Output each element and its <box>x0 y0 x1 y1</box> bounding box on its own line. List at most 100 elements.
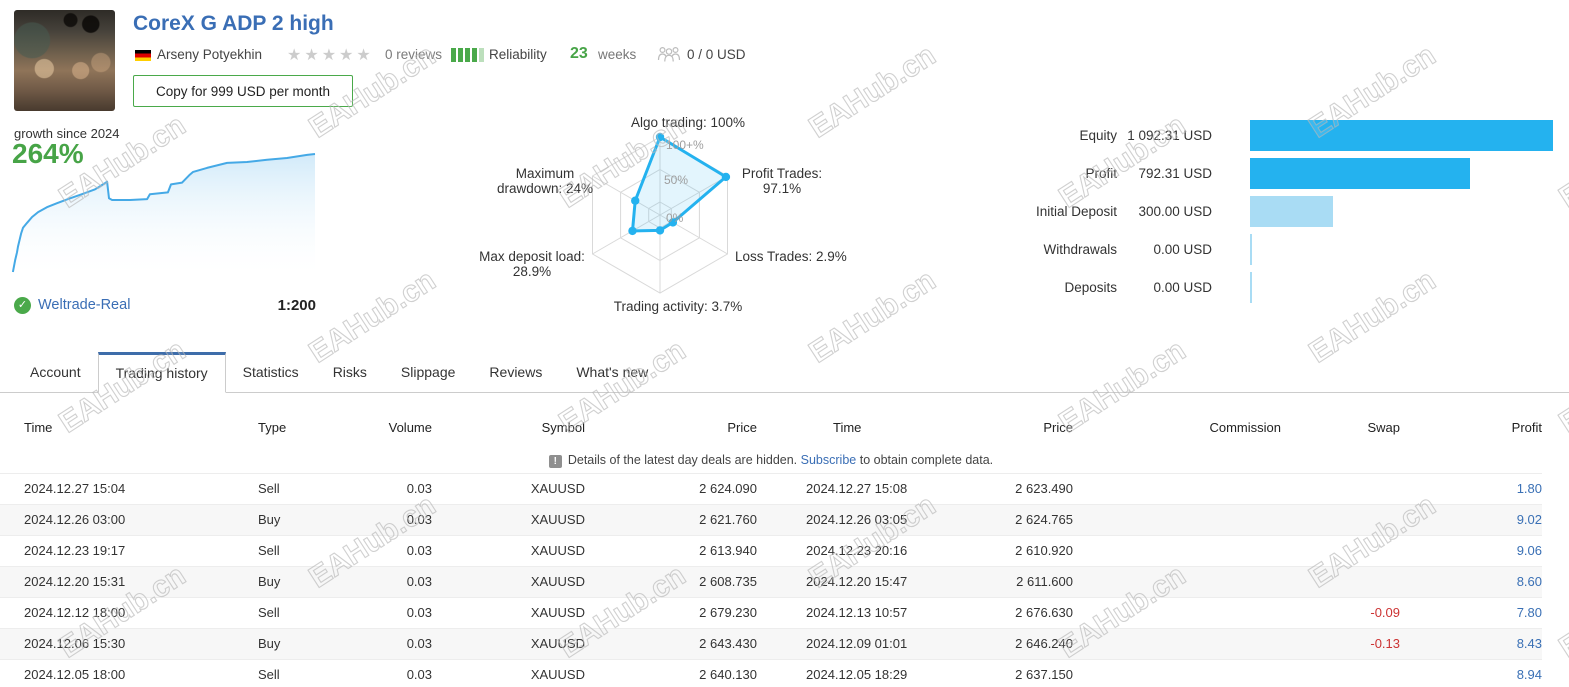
stat-value: 792.31 USD <box>1138 165 1212 181</box>
subscribers-value: 0 / 0 USD <box>687 47 746 62</box>
hidden-deals-notice: ! Details of the latest day deals are hid… <box>0 447 1542 473</box>
table-header-row: Time Type Volume Symbol Price Time Price… <box>0 393 1542 447</box>
reliability-label: Reliability <box>489 47 547 62</box>
cell-close-time: 2024.12.05 18:29 <box>806 667 908 683</box>
hidden-details-icon: ! <box>548 454 562 468</box>
cell-volume: 0.03 <box>406 667 432 683</box>
watermark: EAHub.cn <box>1553 558 1569 665</box>
cell-swap <box>1281 473 1400 504</box>
page-title: CoreX G ADP 2 high <box>133 12 334 35</box>
cell-symbol: XAUUSD <box>530 574 585 589</box>
cell-close-time: 2024.12.23 20:16 <box>806 543 908 558</box>
cell-close-time: 2024.12.09 01:01 <box>806 636 908 651</box>
cell-open-time: 2024.12.20 15:31 <box>24 574 126 589</box>
notice-text-after: to obtain complete data. <box>859 452 994 467</box>
stat-label: Equity <box>1079 127 1117 143</box>
tab-whats-new[interactable]: What's new <box>559 352 665 392</box>
table-row: 2024.12.23 19:17 Sell 0.03 XAUUSD 2 613.940 2… <box>0 535 1542 566</box>
cell-close-price: 2 676.630 <box>1015 605 1073 620</box>
cell-volume: 0.03 <box>406 636 432 651</box>
stat-row-equity: Equity 1 092.31 USD <box>1000 116 1556 154</box>
tab-trading-history[interactable]: Trading history <box>97 352 226 393</box>
stat-value: 0.00 USD <box>1153 279 1212 295</box>
stat-label: Withdrawals <box>1043 241 1117 257</box>
cell-close-price: 2 611.600 <box>1016 574 1073 589</box>
cell-commission <box>1073 566 1281 597</box>
growth-chart <box>11 153 316 275</box>
reliability-bars-icon <box>451 48 484 62</box>
cell-profit: 1.80 <box>1516 481 1542 496</box>
author-link[interactable]: Arseny Potyekhin <box>157 47 262 62</box>
cell-profit: 8.94 <box>1516 667 1542 683</box>
cell-type: Sell <box>258 543 280 558</box>
stat-bar-withdrawals <box>1250 233 1253 265</box>
stat-bar-profit <box>1250 157 1470 189</box>
cell-volume: 0.03 <box>406 574 432 589</box>
cell-open-price: 2 621.760 <box>699 512 757 527</box>
cell-volume: 0.03 <box>406 481 432 496</box>
cell-open-time: 2024.12.05 18:00 <box>24 667 126 683</box>
radar-label-algo-trading: Algo trading: 100% <box>630 115 746 130</box>
cell-open-price: 2 613.940 <box>699 543 757 558</box>
tab-account[interactable]: Account <box>13 352 98 392</box>
cell-type: Sell <box>258 667 280 683</box>
table-row: 2024.12.06 15:30 Buy 0.03 XAUUSD 2 643.430 20… <box>0 628 1542 659</box>
signal-radar-chart: Algo trading: 100% Profit Trades: 97.1% L… <box>460 105 910 340</box>
cell-profit: 7.80 <box>1516 605 1542 620</box>
stat-row-deposits: Deposits 0.00 USD <box>1000 268 1556 306</box>
copy-signal-button[interactable]: Copy for 999 USD per month <box>133 75 353 107</box>
table-row: 2024.12.20 15:31 Buy 0.03 XAUUSD 2 608.735 20… <box>0 566 1542 597</box>
germany-flag-icon <box>135 50 151 61</box>
stat-label: Deposits <box>1064 279 1117 295</box>
broker-account-link[interactable]: Weltrade-Real <box>38 297 130 313</box>
cell-swap <box>1281 535 1400 566</box>
trading-history-table: Time Type Volume Symbol Price Time Price… <box>0 393 1542 687</box>
notice-text-before: Details of the latest day deals are hidd… <box>567 452 798 467</box>
tab-statistics[interactable]: Statistics <box>226 352 316 392</box>
cell-commission <box>1073 628 1281 659</box>
subscribe-link[interactable]: Subscribe <box>801 453 857 467</box>
col-header-volume: Volume <box>388 420 432 435</box>
radar-label-profit-trades: Profit Trades: 97.1% <box>741 166 823 196</box>
cell-close-price: 2 624.765 <box>1015 512 1073 527</box>
cell-commission <box>1073 535 1281 566</box>
cell-commission <box>1073 659 1281 687</box>
col-header-swap: Swap <box>1367 420 1400 435</box>
radar-label-trading-activity: Trading activity: 3.7% <box>613 299 743 314</box>
cell-close-time: 2024.12.20 15:47 <box>806 574 908 589</box>
cell-symbol: XAUUSD <box>530 605 585 620</box>
cell-type: Buy <box>258 512 281 527</box>
author-row: Arseny Potyekhin ★★★★★ 0 reviews Reliabi… <box>133 45 813 66</box>
weeks-value: 23 <box>570 45 588 62</box>
cell-swap: -0.13 <box>1370 636 1400 651</box>
col-header-open-time: Time <box>24 420 53 435</box>
stat-row-withdrawals: Withdrawals 0.00 USD <box>1000 230 1556 268</box>
cell-swap <box>1281 566 1400 597</box>
cell-open-time: 2024.12.26 03:00 <box>24 512 126 527</box>
cell-close-price: 2 610.920 <box>1015 543 1073 558</box>
cell-open-price: 2 679.230 <box>699 605 757 620</box>
signal-page: CoreX G ADP 2 high Arseny Potyekhin ★★★★… <box>0 0 1569 687</box>
radar-ring-label-50: 50% <box>664 173 689 187</box>
cell-profit: 8.60 <box>1516 574 1542 589</box>
cell-swap <box>1281 659 1400 687</box>
tab-slippage[interactable]: Slippage <box>384 352 473 392</box>
stat-value: 0.00 USD <box>1153 241 1212 257</box>
col-header-close-price: Price <box>1043 420 1073 435</box>
cell-commission <box>1073 597 1281 628</box>
cell-swap: -0.09 <box>1370 605 1400 620</box>
tab-risks[interactable]: Risks <box>316 352 384 392</box>
stat-value: 1 092.31 USD <box>1127 127 1212 143</box>
cell-open-time: 2024.12.06 15:30 <box>24 636 126 651</box>
tab-reviews[interactable]: Reviews <box>472 352 559 392</box>
cell-open-time: 2024.12.12 18:00 <box>24 605 126 620</box>
cell-commission <box>1073 473 1281 504</box>
stat-row-profit: Profit 792.31 USD <box>1000 154 1556 192</box>
leverage-value: 1:200 <box>277 297 316 314</box>
verified-check-icon: ✓ <box>14 297 31 314</box>
radar-ring-label-100: 100+% <box>666 138 704 152</box>
table-row: 2024.12.12 18:00 Sell 0.03 XAUUSD 2 679.230 2… <box>0 597 1542 628</box>
stat-label: Profit <box>1085 165 1117 181</box>
cell-close-time: 2024.12.26 03:05 <box>806 512 908 527</box>
cell-swap <box>1281 504 1400 535</box>
